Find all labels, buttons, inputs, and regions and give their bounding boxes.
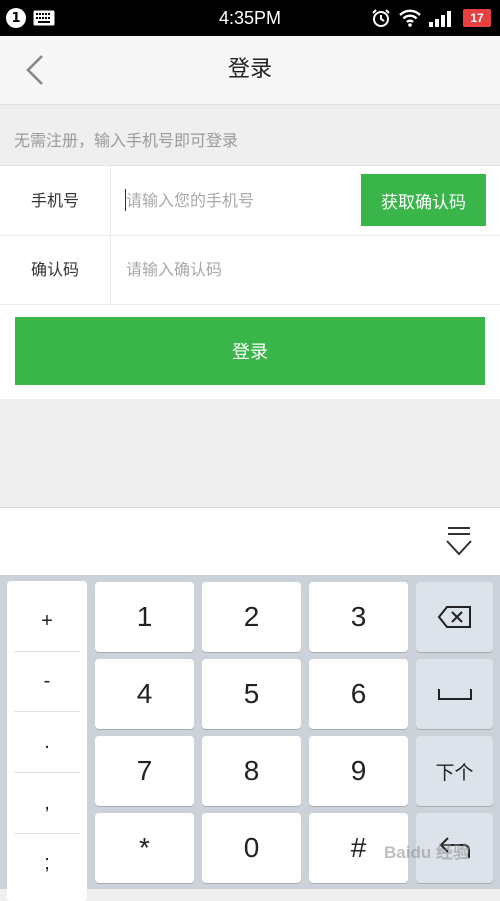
next-key[interactable]: 下个 [416,736,493,806]
watermark: Baidu 经验 [384,843,470,862]
code-label: 确认码 [0,235,111,304]
key-8[interactable]: 8 [202,736,301,806]
key-comma[interactable]: , [14,773,80,834]
keyboard-toolbar [0,507,500,576]
keyboard-hide-icon [446,527,472,556]
key-4[interactable]: 4 [95,659,194,729]
key-5[interactable]: 5 [202,659,301,729]
phone-label: 手机号 [0,166,111,235]
key-3[interactable]: 3 [309,582,408,652]
text-caret [125,189,126,211]
space-icon [437,689,472,700]
phone-input[interactable] [126,180,351,220]
login-button[interactable]: 登录 [15,317,485,385]
key-star[interactable]: * [95,813,194,883]
key-7[interactable]: 7 [95,736,194,806]
title-bar: 登录 [0,36,500,105]
key-6[interactable]: 6 [309,659,408,729]
key-2[interactable]: 2 [202,582,301,652]
status-bar: 1 4:35PM 17 [0,0,500,36]
login-hint: 无需注册，输入手机号即可登录 [14,131,239,150]
key-1[interactable]: 1 [95,582,194,652]
next-key-label: 下个 [435,761,474,784]
alarm-icon [371,8,391,32]
code-input[interactable] [126,249,486,289]
backspace-icon [437,606,471,628]
battery-icon: 17 [463,9,491,27]
signal-icon [428,8,456,32]
key-plus[interactable]: + [14,591,80,652]
login-form: 手机号 获取确认码 确认码 登录 [0,165,500,399]
backspace-key[interactable] [416,582,493,652]
wifi-icon [399,8,421,32]
key-semicolon[interactable]: ; [14,833,80,893]
key-minus[interactable]: - [14,651,80,712]
clock: 4:35PM [218,8,282,28]
space-key[interactable] [416,659,493,729]
key-9[interactable]: 9 [309,736,408,806]
phone-row: 手机号 获取确认码 [0,166,500,236]
page-title: 登录 [227,57,272,82]
key-0[interactable]: 0 [202,813,301,883]
key-dot[interactable]: . [14,712,80,773]
code-row: 确认码 [0,235,500,305]
keyboard-hide-button[interactable] [444,524,474,560]
symbol-column: + - . , ; [7,581,87,901]
get-code-button[interactable]: 获取确认码 [361,174,486,226]
